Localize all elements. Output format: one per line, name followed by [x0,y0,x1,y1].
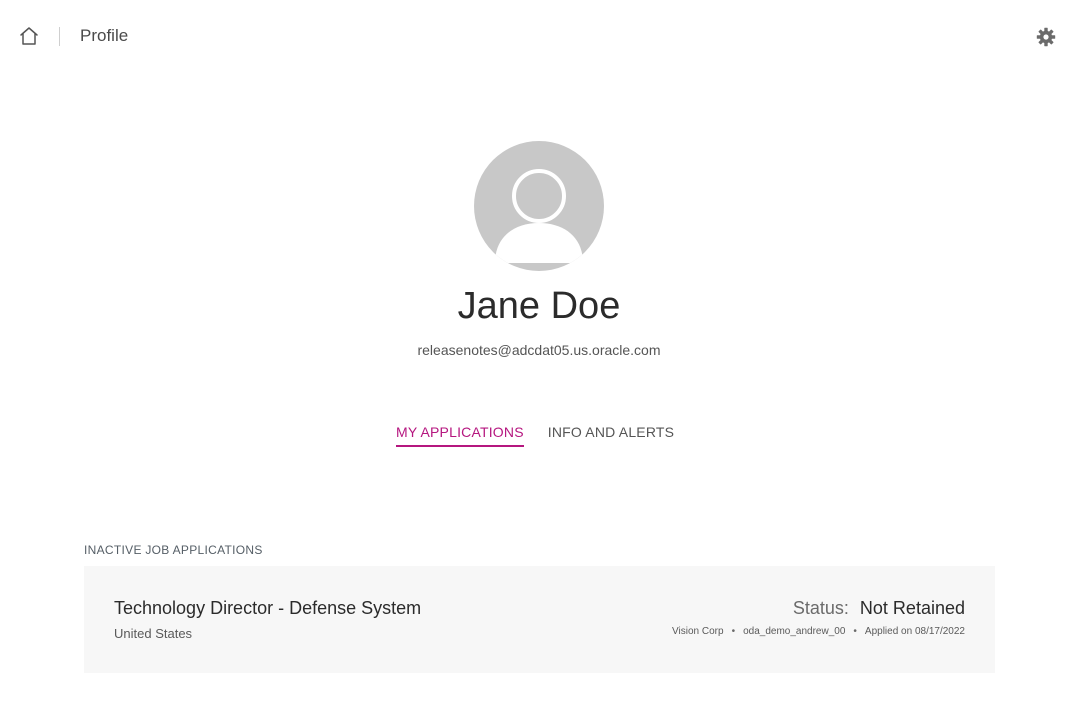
page-title: Profile [80,26,129,45]
user-name: Jane Doe [457,285,621,327]
requisition-id: oda_demo_andrew_00 [743,626,846,637]
profile-tabs: MY APPLICATIONS INFO AND ALERTS [396,423,674,447]
applied-date: Applied on 08/17/2022 [864,626,965,637]
home-icon [20,27,38,45]
application-meta: Vision Corp • oda_demo_andrew_00 • Appli… [672,626,965,638]
meta-separator: • [731,626,736,637]
section-label-inactive-applications: INACTIVE JOB APPLICATIONS [84,543,263,557]
company-name: Vision Corp [672,626,724,637]
gear-icon [1036,27,1056,47]
application-status: Status: Not Retained [793,597,965,619]
job-location: United States [114,626,193,641]
application-card[interactable]: Technology Director - Defense System Uni… [84,566,995,673]
breadcrumb-divider [59,27,60,46]
status-value: Not Retained [859,598,965,618]
avatar-placeholder-icon [495,169,583,263]
status-label: Status: [792,598,849,618]
user-email: releasenotes@adcdat05.us.oracle.com [417,342,661,358]
top-bar: Profile [0,0,1092,72]
tab-my-applications[interactable]: MY APPLICATIONS [396,423,524,447]
tab-info-and-alerts[interactable]: INFO AND ALERTS [548,423,674,447]
avatar [474,141,604,271]
job-title[interactable]: Technology Director - Defense System [114,597,421,619]
meta-separator: • [853,626,857,637]
settings-button[interactable] [1034,25,1058,49]
home-button[interactable] [17,24,41,48]
